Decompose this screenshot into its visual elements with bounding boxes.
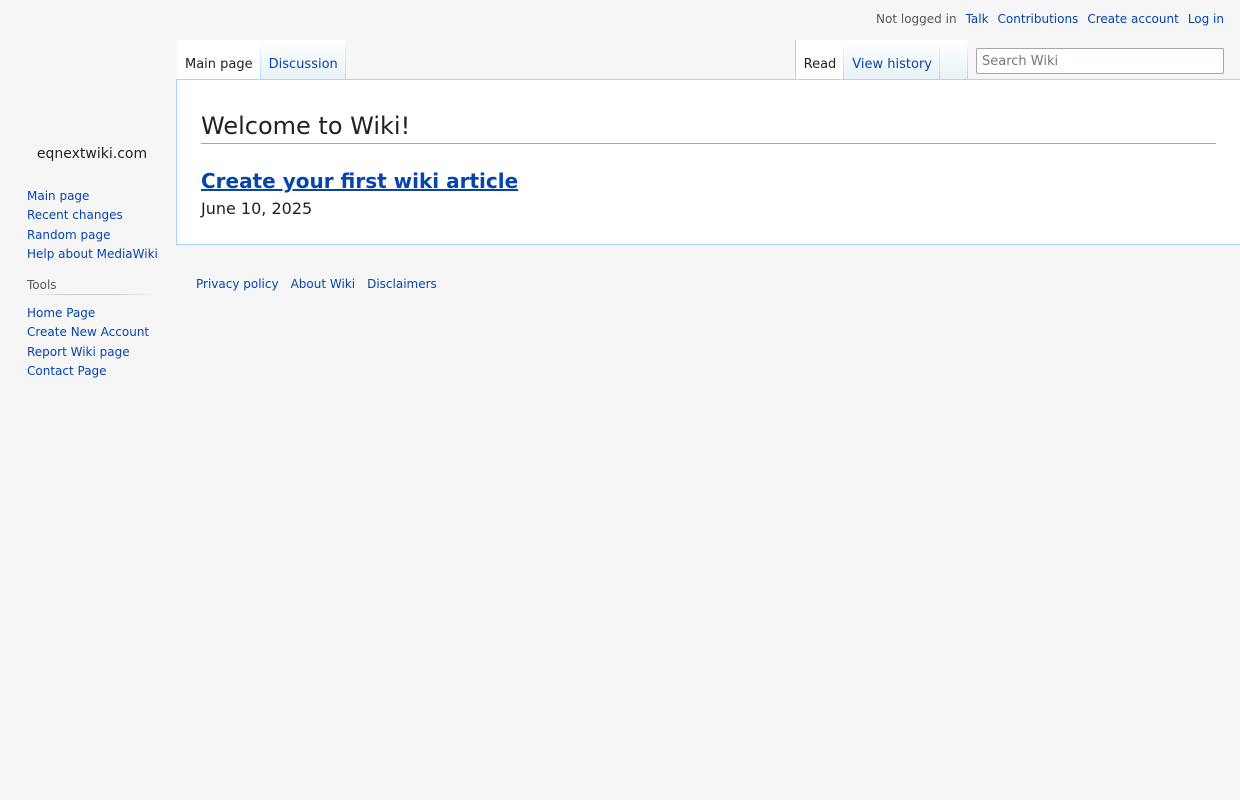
tab-read[interactable]: Read [794,40,845,80]
article-date: June 10, 2025 [201,198,313,218]
sidebar-item-help[interactable]: Help about MediaWiki [27,247,158,261]
sidebar-item-recent-changes[interactable]: Recent changes [27,208,123,222]
search-form: ⌕ [968,40,1240,80]
tab-discussion-label[interactable]: Discussion [269,57,338,72]
tab-read-label[interactable]: Read [804,57,837,72]
tab-main-page-label[interactable]: Main page [185,57,253,72]
tab-discussion[interactable]: Discussion [260,40,346,80]
footer: Privacy policy About Wiki Disclaimers [196,277,449,291]
not-logged-in-status: Not logged in [876,12,957,26]
main-content: Welcome to Wiki! Create your first wiki … [176,79,1240,245]
sidebar-item-report-wiki-page[interactable]: Report Wiki page [27,345,130,359]
sidebar-item-random-page[interactable]: Random page [27,228,110,242]
sidebar-item-home-page[interactable]: Home Page [27,306,95,320]
tab-main-page[interactable]: Main page [177,40,261,80]
search-input[interactable] [976,48,1224,74]
views-and-search: Read View history ⌕ [794,40,1240,80]
about-wiki-link[interactable]: About Wiki [291,277,356,291]
create-account-link[interactable]: Create account [1087,12,1179,26]
talk-link[interactable]: Talk [966,12,989,26]
namespace-tabs: Main page Discussion [177,40,346,80]
log-in-link[interactable]: Log in [1188,12,1224,26]
sidebar: Main page Recent changes Random page Hel… [0,186,176,395]
personal-tools: Not logged in Talk Contributions Create … [867,12,1224,26]
site-name[interactable]: eqnextwiki.com [0,146,184,162]
create-article-link[interactable]: Create your first wiki article [201,169,518,193]
navigation-portal: Main page Recent changes Random page Hel… [0,186,176,264]
tab-view-history[interactable]: View history [844,40,940,80]
contributions-link[interactable]: Contributions [998,12,1079,26]
more-actions-menu[interactable] [940,40,968,80]
content-body: Create your first wiki article June 10, … [201,144,1216,218]
page-title: Welcome to Wiki! [201,112,1216,144]
view-tabs: Read View history [794,40,940,80]
sidebar-item-create-new-account[interactable]: Create New Account [27,325,149,339]
tools-heading: Tools [27,278,155,295]
disclaimers-link[interactable]: Disclaimers [367,277,437,291]
tools-portal: Tools Home Page Create New Account Repor… [0,278,176,381]
site-logo[interactable]: eqnextwiki.com [0,0,176,162]
sidebar-item-contact-page[interactable]: Contact Page [27,364,107,378]
privacy-policy-link[interactable]: Privacy policy [196,277,279,291]
tab-view-history-label[interactable]: View history [852,57,932,72]
sidebar-item-main-page[interactable]: Main page [27,189,89,203]
